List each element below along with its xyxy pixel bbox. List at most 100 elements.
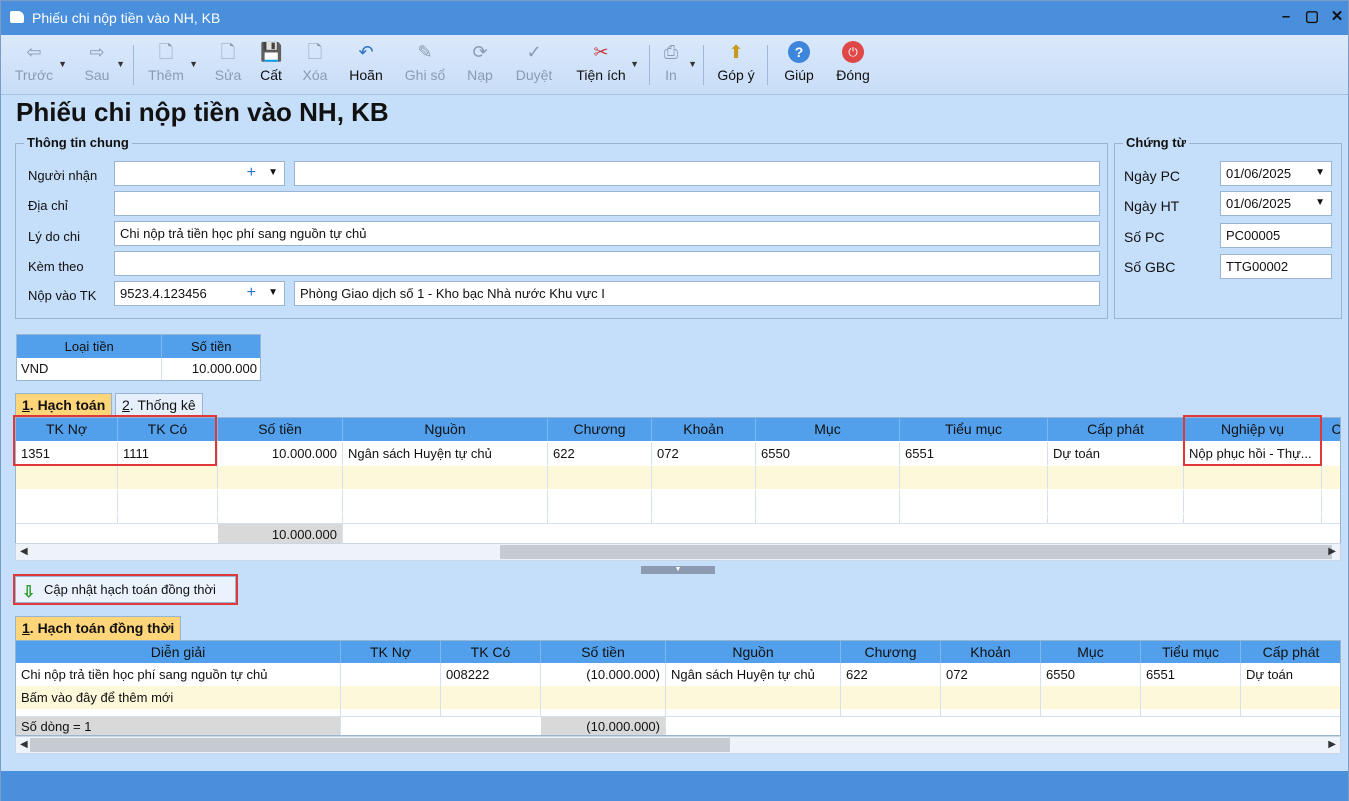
business-cell[interactable]: Nộp phục hồi - Thự... — [1184, 442, 1322, 465]
subitem-cell[interactable]: 6551 — [1141, 663, 1241, 686]
next-button[interactable]: ⇨ Sau ▼ — [81, 39, 125, 91]
save-button[interactable]: 💾 Cất — [257, 39, 285, 91]
col-item-header[interactable]: Mục — [1041, 641, 1141, 663]
close-icon[interactable]: ✕ — [1326, 7, 1348, 27]
recipient-code-combo[interactable]: + ▼ — [114, 161, 285, 186]
load-button[interactable]: ⟳ Nạp — [464, 39, 496, 91]
col-source-header[interactable]: Nguồn — [666, 641, 841, 663]
col-chapter-header[interactable]: Chương — [548, 418, 652, 441]
recipient-name-field[interactable] — [294, 161, 1100, 186]
close-button[interactable]: ⏻ Đóng — [833, 39, 873, 91]
post-button[interactable]: ✎ Ghi sổ — [401, 39, 449, 91]
col-subitem-header[interactable]: Tiểu mục — [1141, 641, 1241, 663]
debit-cell[interactable] — [341, 663, 441, 686]
col-source-header[interactable]: Nguồn — [343, 418, 548, 441]
col-item-header[interactable]: Mục — [756, 418, 900, 441]
chapter-cell[interactable]: 622 — [548, 442, 652, 465]
debit-cell[interactable]: 1351 — [16, 442, 118, 465]
col-subitem-header[interactable]: Tiểu mục — [900, 418, 1048, 441]
col-debit-header[interactable]: TK Nợ — [341, 641, 441, 663]
scroll-right-icon[interactable]: ▶ — [1328, 546, 1336, 557]
subitem-cell[interactable]: 6551 — [900, 442, 1048, 465]
tab-posting[interactable]: 1. Hạch toán — [15, 393, 113, 417]
chevron-down-icon[interactable]: ▼ — [268, 287, 278, 298]
allocation-cell[interactable]: Dự toán — [1241, 663, 1340, 686]
account-combo[interactable]: 9523.4.123456 + ▼ — [114, 281, 285, 306]
chevron-down-icon[interactable]: ▼ — [1315, 167, 1325, 178]
item-cell[interactable]: 6550 — [1041, 663, 1141, 686]
add-new-row-label[interactable]: Bấm vào đây để thêm mới — [16, 686, 341, 709]
source-cell[interactable]: Ngân sách Huyện tự chủ — [666, 663, 841, 686]
minimize-icon[interactable]: – — [1275, 7, 1297, 27]
date-ht-picker[interactable]: 01/06/2025 ▼ — [1220, 191, 1332, 216]
credit-cell[interactable]: 008222 — [441, 663, 541, 686]
table-row[interactable]: 1351 1111 10.000.000 Ngân sách Huyện tự … — [16, 442, 1340, 465]
attach-field[interactable] — [114, 251, 1100, 276]
add-new-row[interactable]: Bấm vào đây để thêm mới — [16, 686, 1340, 709]
update-simultaneous-button[interactable]: ⇩ Cập nhật hạch toán đồng thời — [15, 576, 236, 603]
chevron-down-icon[interactable]: ▼ — [268, 167, 278, 178]
approve-button[interactable]: ✓ Duyệt — [512, 39, 556, 91]
edit-button[interactable]: 🗋 Sửa — [213, 39, 243, 91]
address-label: Địa chỉ — [28, 198, 68, 213]
source-cell[interactable]: Ngân sách Huyện tự chủ — [343, 442, 548, 465]
col-section-header[interactable]: Khoản — [652, 418, 756, 441]
date-pc-picker[interactable]: 01/06/2025 ▼ — [1220, 161, 1332, 186]
scroll-right-icon[interactable]: ▶ — [1328, 739, 1336, 750]
feedback-button[interactable]: ⬆ Góp ý — [715, 39, 757, 91]
chevron-down-icon[interactable]: ▼ — [1315, 197, 1325, 208]
print-button[interactable]: ⎙ In ▼ — [659, 39, 697, 91]
utilities-button[interactable]: ✂ Tiện ích ▼ — [573, 39, 639, 91]
col-business-header[interactable]: Nghiệp vụ — [1184, 418, 1322, 441]
extra-cell[interactable] — [1322, 442, 1340, 465]
delete-button[interactable]: 🗋 Xóa — [300, 39, 330, 91]
address-field[interactable] — [114, 191, 1100, 216]
scrollbar-thumb[interactable] — [500, 545, 1332, 559]
currency-amount-cell[interactable]: 10.000.000 — [162, 358, 260, 380]
table-row[interactable] — [16, 466, 1340, 489]
col-credit-header[interactable]: TK Có — [118, 418, 218, 441]
tab-simultaneous[interactable]: 1. Hạch toán đồng thời — [15, 616, 182, 640]
maximize-icon[interactable]: ▢ — [1301, 7, 1323, 27]
no-gbc-field[interactable]: TTG00002 — [1220, 254, 1332, 279]
section-cell[interactable]: 072 — [652, 442, 756, 465]
credit-cell[interactable]: 1111 — [118, 442, 218, 465]
description-cell[interactable]: Chi nộp trả tiền học phí sang nguồn tự c… — [16, 663, 341, 686]
reason-field[interactable]: Chi nộp trả tiền học phí sang nguồn tự c… — [114, 221, 1100, 246]
tab-statistics[interactable]: 2. Thống kê — [115, 393, 203, 417]
col-credit-header[interactable]: TK Có — [441, 641, 541, 663]
amount-cell[interactable]: (10.000.000) — [541, 663, 666, 686]
prev-button[interactable]: ⇦ Trước ▼ — [13, 39, 67, 91]
date-ht-label: Ngày HT — [1124, 198, 1180, 214]
allocation-cell[interactable]: Dự toán — [1048, 442, 1184, 465]
plus-icon[interactable]: + — [247, 164, 256, 182]
col-extra-header[interactable]: C — [1322, 418, 1340, 441]
scrollbar-thumb[interactable] — [30, 738, 730, 752]
splitter-handle[interactable]: ▼ — [641, 566, 715, 574]
scroll-left-icon[interactable]: ◀ — [20, 546, 28, 557]
col-description-header[interactable]: Diễn giải — [16, 641, 341, 663]
col-section-header[interactable]: Khoản — [941, 641, 1041, 663]
item-cell[interactable]: 6550 — [756, 442, 900, 465]
col-amount-header[interactable]: Số tiền — [541, 641, 666, 663]
help-button[interactable]: ? Giúp — [781, 39, 817, 91]
table-row[interactable] — [16, 490, 1340, 513]
simultaneous-hscrollbar[interactable]: ◀ ▶ — [15, 736, 1341, 754]
section-cell[interactable]: 072 — [941, 663, 1041, 686]
chapter-cell[interactable]: 622 — [841, 663, 941, 686]
scroll-left-icon[interactable]: ◀ — [20, 739, 28, 750]
amount-cell[interactable]: 10.000.000 — [218, 442, 343, 465]
account-name-field[interactable]: Phòng Giao dịch số 1 - Kho bạc Nhà nước … — [294, 281, 1100, 306]
col-allocation-header[interactable]: Cấp phát — [1048, 418, 1184, 441]
table-row[interactable]: Chi nộp trả tiền học phí sang nguồn tự c… — [16, 663, 1340, 686]
col-allocation-header[interactable]: Cấp phát — [1241, 641, 1340, 663]
undo-button[interactable]: ↶ Hoãn — [346, 39, 386, 91]
currency-type-cell[interactable]: VND — [17, 358, 163, 380]
no-pc-field[interactable]: PC00005 — [1220, 223, 1332, 248]
add-button[interactable]: 🗋 Thêm ▼ — [146, 39, 198, 91]
col-chapter-header[interactable]: Chương — [841, 641, 941, 663]
col-amount-header[interactable]: Số tiền — [218, 418, 343, 441]
col-debit-header[interactable]: TK Nợ — [16, 418, 118, 441]
posting-hscrollbar[interactable]: ◀ ▶ — [15, 543, 1341, 561]
plus-icon[interactable]: + — [247, 284, 256, 302]
